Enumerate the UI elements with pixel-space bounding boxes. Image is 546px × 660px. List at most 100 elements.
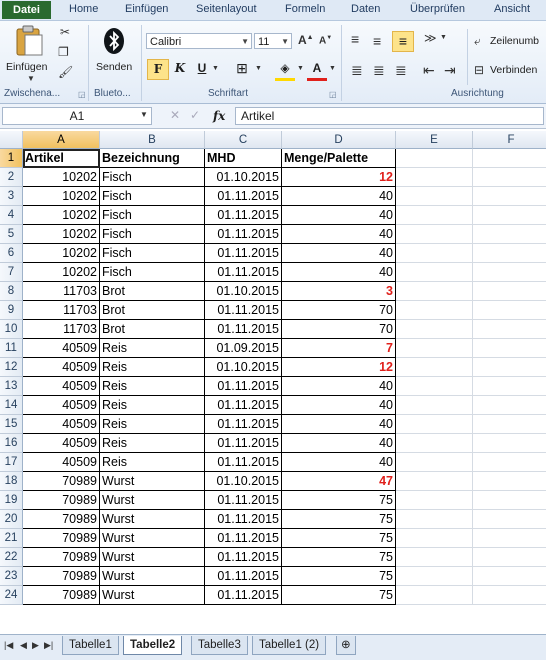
name-box[interactable]: A1: [2, 107, 152, 125]
align-right-icon[interactable]: ≣: [395, 62, 407, 79]
row-header[interactable]: 20: [0, 510, 23, 529]
prev-sheet-icon[interactable]: ◀: [20, 640, 27, 651]
underline-button[interactable]: U: [192, 59, 212, 78]
table-cell[interactable]: [473, 339, 546, 358]
table-cell[interactable]: [396, 529, 473, 548]
table-cell[interactable]: [396, 415, 473, 434]
table-cell[interactable]: 01.11.2015: [205, 187, 282, 206]
table-cell[interactable]: 10202: [23, 263, 100, 282]
tab-daten[interactable]: Daten: [351, 3, 380, 15]
row-header[interactable]: 24: [0, 586, 23, 605]
table-cell[interactable]: [473, 244, 546, 263]
table-cell[interactable]: 01.11.2015: [205, 263, 282, 282]
function-icon[interactable]: fx: [213, 109, 225, 123]
table-cell[interactable]: 01.11.2015: [205, 529, 282, 548]
table-cell[interactable]: [396, 339, 473, 358]
last-sheet-icon[interactable]: ▶|: [44, 640, 53, 651]
table-cell[interactable]: [473, 168, 546, 187]
insert-sheet-icon[interactable]: ⊕: [336, 636, 356, 655]
table-cell[interactable]: [396, 301, 473, 320]
table-cell[interactable]: 40509: [23, 339, 100, 358]
row-header[interactable]: 19: [0, 491, 23, 510]
table-cell[interactable]: Reis: [100, 358, 205, 377]
table-cell[interactable]: Fisch: [100, 206, 205, 225]
row-header[interactable]: 9: [0, 301, 23, 320]
row-header[interactable]: 23: [0, 567, 23, 586]
table-cell[interactable]: [396, 358, 473, 377]
table-cell[interactable]: [473, 491, 546, 510]
table-cell[interactable]: [473, 567, 546, 586]
cut-icon[interactable]: ✂: [60, 25, 70, 39]
table-cell[interactable]: 40509: [23, 415, 100, 434]
table-cell[interactable]: 40509: [23, 434, 100, 453]
format-painter-icon[interactable]: 🖌: [58, 65, 73, 79]
tab-einfuegen[interactable]: Einfügen: [125, 3, 168, 15]
table-cell[interactable]: [396, 206, 473, 225]
table-cell[interactable]: 40509: [23, 453, 100, 472]
row-header[interactable]: 2: [0, 168, 23, 187]
table-cell[interactable]: 01.09.2015: [205, 339, 282, 358]
table-cell[interactable]: 40: [282, 244, 396, 263]
table-cell[interactable]: 40: [282, 206, 396, 225]
table-cell[interactable]: Wurst: [100, 491, 205, 510]
table-cell[interactable]: 40: [282, 377, 396, 396]
orientation-icon[interactable]: ≫: [424, 31, 437, 45]
table-cell[interactable]: 47: [282, 472, 396, 491]
table-cell[interactable]: [473, 472, 546, 491]
table-cell[interactable]: [396, 225, 473, 244]
align-middle-icon[interactable]: ≡: [373, 33, 381, 49]
table-cell[interactable]: [473, 377, 546, 396]
font-name-select[interactable]: Calibri ▼: [146, 33, 252, 49]
table-cell[interactable]: [396, 377, 473, 396]
table-cell[interactable]: 10202: [23, 168, 100, 187]
row-header[interactable]: 7: [0, 263, 23, 282]
table-cell[interactable]: [473, 586, 546, 605]
row-header[interactable]: 12: [0, 358, 23, 377]
table-cell[interactable]: 01.10.2015: [205, 472, 282, 491]
row-header[interactable]: 15: [0, 415, 23, 434]
table-cell[interactable]: 01.11.2015: [205, 491, 282, 510]
confirm-icon[interactable]: ✓: [190, 108, 200, 122]
table-cell[interactable]: Fisch: [100, 168, 205, 187]
table-cell[interactable]: [473, 320, 546, 339]
table-cell[interactable]: Reis: [100, 434, 205, 453]
table-cell[interactable]: 12: [282, 358, 396, 377]
row-header[interactable]: 14: [0, 396, 23, 415]
merge-button[interactable]: Verbinden: [490, 64, 537, 76]
table-cell[interactable]: 11703: [23, 320, 100, 339]
font-size-select[interactable]: 11 ▼: [254, 33, 292, 49]
formula-input[interactable]: Artikel: [235, 107, 544, 125]
table-cell[interactable]: 70989: [23, 472, 100, 491]
table-cell[interactable]: Brot: [100, 301, 205, 320]
tab-datei[interactable]: Datei: [2, 1, 51, 19]
table-cell[interactable]: [473, 529, 546, 548]
table-cell[interactable]: [473, 510, 546, 529]
table-cell[interactable]: [396, 472, 473, 491]
first-sheet-icon[interactable]: |◀: [4, 640, 13, 651]
table-cell[interactable]: 10202: [23, 187, 100, 206]
table-cell[interactable]: [396, 453, 473, 472]
table-cell[interactable]: [473, 434, 546, 453]
table-cell[interactable]: [473, 263, 546, 282]
align-center-icon[interactable]: ≣: [373, 62, 385, 79]
column-header-b[interactable]: B: [100, 131, 205, 149]
table-cell[interactable]: Fisch: [100, 225, 205, 244]
table-cell[interactable]: 01.11.2015: [205, 586, 282, 605]
table-cell[interactable]: 75: [282, 548, 396, 567]
table-cell[interactable]: Wurst: [100, 510, 205, 529]
table-cell[interactable]: [396, 567, 473, 586]
table-cell[interactable]: 40: [282, 434, 396, 453]
table-cell[interactable]: 70: [282, 320, 396, 339]
table-cell[interactable]: 01.11.2015: [205, 206, 282, 225]
row-header[interactable]: 13: [0, 377, 23, 396]
copy-icon[interactable]: ❐: [58, 45, 69, 59]
table-cell[interactable]: [396, 244, 473, 263]
table-cell[interactable]: 01.11.2015: [205, 567, 282, 586]
align-top-icon[interactable]: ≡: [351, 31, 359, 47]
table-cell[interactable]: Wurst: [100, 586, 205, 605]
header-cell[interactable]: [396, 149, 473, 168]
table-cell[interactable]: 75: [282, 510, 396, 529]
table-cell[interactable]: [473, 282, 546, 301]
table-cell[interactable]: 75: [282, 529, 396, 548]
table-cell[interactable]: [396, 187, 473, 206]
